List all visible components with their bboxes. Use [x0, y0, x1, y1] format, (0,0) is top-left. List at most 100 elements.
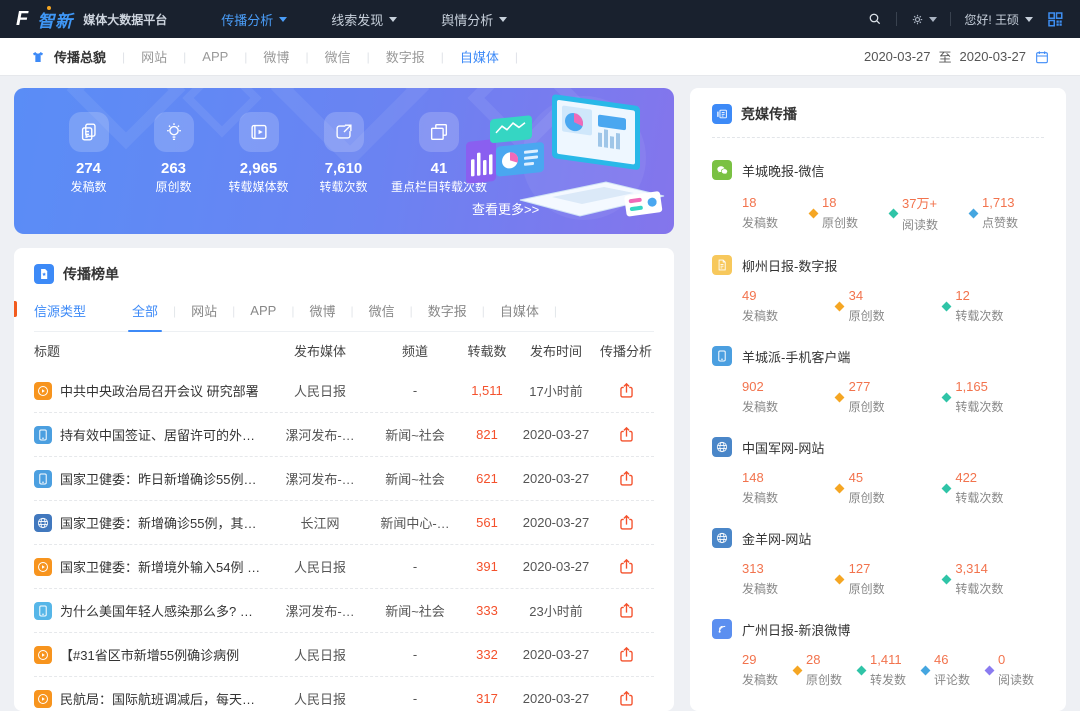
- settings-menu[interactable]: [910, 12, 937, 27]
- table-row[interactable]: 国家卫健委：新增确诊55例，其… 长江网 新闻中心-… 561 2020-03-…: [34, 501, 654, 545]
- article-title[interactable]: 中共中央政治局召开会议 研究部署: [60, 381, 270, 400]
- article-title[interactable]: 持有效中国签证、居留许可的外…: [60, 425, 270, 444]
- competitor-head[interactable]: 柳州日报-数字报: [712, 255, 1044, 275]
- stat-value: 0: [998, 652, 1044, 667]
- stat-label: 阅读数: [998, 671, 1044, 688]
- stat-label: 转载次数: [955, 307, 1044, 324]
- competitor-head[interactable]: 广州日报-新浪微博: [712, 619, 1044, 639]
- rank-tab[interactable]: 全部: [130, 301, 160, 320]
- table-row[interactable]: 中共中央政治局召开会议 研究部署 人民日报 - 1,511 17小时前: [34, 369, 654, 413]
- stat-value: 313: [742, 561, 831, 576]
- subnav-item[interactable]: 数字报: [386, 47, 425, 66]
- subnav-item[interactable]: 自媒体: [460, 47, 499, 66]
- export-icon[interactable]: [617, 513, 636, 533]
- stat-label: 原创数: [849, 307, 938, 324]
- competitor-name: 金羊网-网站: [742, 529, 811, 548]
- publish-media: 人民日报: [270, 645, 370, 664]
- stat-value: 1,411: [870, 652, 916, 667]
- globe-icon: [34, 514, 52, 532]
- subnav-item[interactable]: 网站: [141, 47, 167, 66]
- competitor-stat: 0 阅读数: [998, 652, 1044, 688]
- rank-tab[interactable]: 微信: [367, 301, 397, 320]
- play-icon: [34, 382, 52, 400]
- competitor-stats: 18 发稿数 18 原创数 37万+ 阅读数 1,713 点赞数: [742, 193, 1044, 233]
- col-title: 标题: [34, 341, 270, 360]
- divider: |: [183, 50, 186, 64]
- competitor-head[interactable]: 金羊网-网站: [712, 528, 1044, 548]
- divider: |: [515, 50, 518, 64]
- export-icon[interactable]: [617, 645, 636, 665]
- divider: |: [173, 304, 176, 318]
- table-row[interactable]: 【#31省区市新增55例确诊病例 人民日报 - 332 2020-03-27: [34, 633, 654, 677]
- subnav-item[interactable]: 微博: [263, 47, 289, 66]
- rank-tab[interactable]: 数字报: [426, 301, 469, 320]
- article-title[interactable]: 【#31省区市新增55例确诊病例: [60, 645, 270, 664]
- competitor-head[interactable]: 羊城派-手机客户端: [712, 346, 1044, 366]
- stat-label: 转载次数: [955, 489, 1044, 506]
- chevron-down-icon: [389, 17, 397, 22]
- competitor-stat: 12 转载次数: [955, 288, 1044, 324]
- rank-tab[interactable]: APP: [248, 303, 278, 318]
- subnav-item[interactable]: APP: [202, 49, 228, 64]
- content: 274 发稿数 263 原创数 2,965 转载媒体数 7,610 转载次数 4…: [0, 76, 1080, 711]
- topbar-nav-item[interactable]: 线索发现: [331, 10, 397, 29]
- rank-tab[interactable]: 自媒体: [498, 301, 541, 320]
- stat-value: 28: [806, 652, 852, 667]
- article-title[interactable]: 国家卫健委：新增境外输入54例 …: [60, 557, 270, 576]
- gear-icon[interactable]: [910, 12, 925, 27]
- table-row[interactable]: 国家卫健委：昨日新增确诊55例… 漯河发布-… 新闻~社会 621 2020-0…: [34, 457, 654, 501]
- divider: |: [441, 50, 444, 64]
- competitor-stats: 29 发稿数 28 原创数 1,411 转发数 46 评论数 0 阅读数: [742, 652, 1044, 688]
- rank-tab[interactable]: 网站: [189, 301, 219, 320]
- topbar: F 智新 媒体大数据平台 传播分析线索发现舆情分析 您好! 王硕: [0, 0, 1080, 38]
- competitor-stat: 313 发稿数: [742, 561, 831, 597]
- date-start[interactable]: 2020-03-27: [864, 49, 931, 64]
- article-title[interactable]: 国家卫健委：新增确诊55例，其…: [60, 513, 270, 532]
- article-title[interactable]: 民航局：国际航班调减后，每天…: [60, 689, 270, 708]
- export-icon[interactable]: [617, 381, 636, 401]
- topbar-nav-item[interactable]: 舆情分析: [441, 10, 507, 29]
- divider: [896, 12, 897, 26]
- export-icon[interactable]: [617, 557, 636, 577]
- table-row[interactable]: 持有效中国签证、居留许可的外… 漯河发布-… 新闻~社会 821 2020-03…: [34, 413, 654, 457]
- source-type-filter[interactable]: 信源类型: [34, 301, 86, 320]
- user-menu[interactable]: 您好! 王硕: [964, 11, 1033, 28]
- stat-value: 277: [849, 379, 938, 394]
- stat-value: 7,610: [301, 160, 386, 177]
- export-icon[interactable]: [617, 601, 636, 621]
- competitor-item: 羊城派-手机客户端 902 发稿数 277 原创数 1,165 转载次数: [712, 346, 1044, 415]
- competitor-stats: 49 发稿数 34 原创数 12 转载次数: [742, 288, 1044, 324]
- stat-label: 发稿数: [742, 671, 788, 688]
- export-icon[interactable]: [617, 425, 636, 445]
- calendar-icon[interactable]: [1034, 49, 1050, 65]
- article-title[interactable]: 为什么美国年轻人感染那么多? …: [60, 601, 270, 620]
- doc-icon: [712, 255, 732, 275]
- competitor-stat: 422 转载次数: [955, 470, 1044, 506]
- article-title[interactable]: 国家卫健委：昨日新增确诊55例…: [60, 469, 270, 488]
- dashed-divider: [712, 137, 1044, 138]
- subnav-item-overview[interactable]: 传播总貌: [30, 47, 106, 66]
- ranking-header: 传播榜单: [34, 264, 654, 284]
- competitor-head[interactable]: 中国军网-网站: [712, 437, 1044, 457]
- subnav-item[interactable]: 微信: [325, 47, 351, 66]
- topbar-nav-item[interactable]: 传播分析: [221, 10, 287, 29]
- wechat-icon: [712, 160, 732, 180]
- export-icon[interactable]: [617, 689, 636, 709]
- date-end[interactable]: 2020-03-27: [960, 49, 1027, 64]
- table-row[interactable]: 国家卫健委：新增境外输入54例 … 人民日报 - 391 2020-03-27: [34, 545, 654, 589]
- stat-label: 转载次数: [301, 180, 386, 195]
- table-row[interactable]: 为什么美国年轻人感染那么多? … 漯河发布-… 新闻~社会 333 23小时前: [34, 589, 654, 633]
- table-row[interactable]: 民航局：国际航班调减后，每天… 人民日报 - 317 2020-03-27: [34, 677, 654, 711]
- competitor-stat: 3,314 转载次数: [955, 561, 1044, 597]
- qr-code-icon[interactable]: [1046, 10, 1064, 28]
- competitor-head[interactable]: 羊城晚报-微信: [712, 160, 1044, 180]
- channel: -: [370, 647, 460, 662]
- banner-stat: 263 原创数: [131, 112, 216, 195]
- stat-label: 原创数: [806, 671, 852, 688]
- stat-value: 2,965: [216, 160, 301, 177]
- search-icon[interactable]: [867, 11, 883, 27]
- rank-tab[interactable]: 微博: [307, 301, 337, 320]
- export-icon[interactable]: [617, 469, 636, 489]
- competitor-name: 柳州日报-数字报: [742, 256, 837, 275]
- publish-media: 漯河发布-…: [270, 425, 370, 444]
